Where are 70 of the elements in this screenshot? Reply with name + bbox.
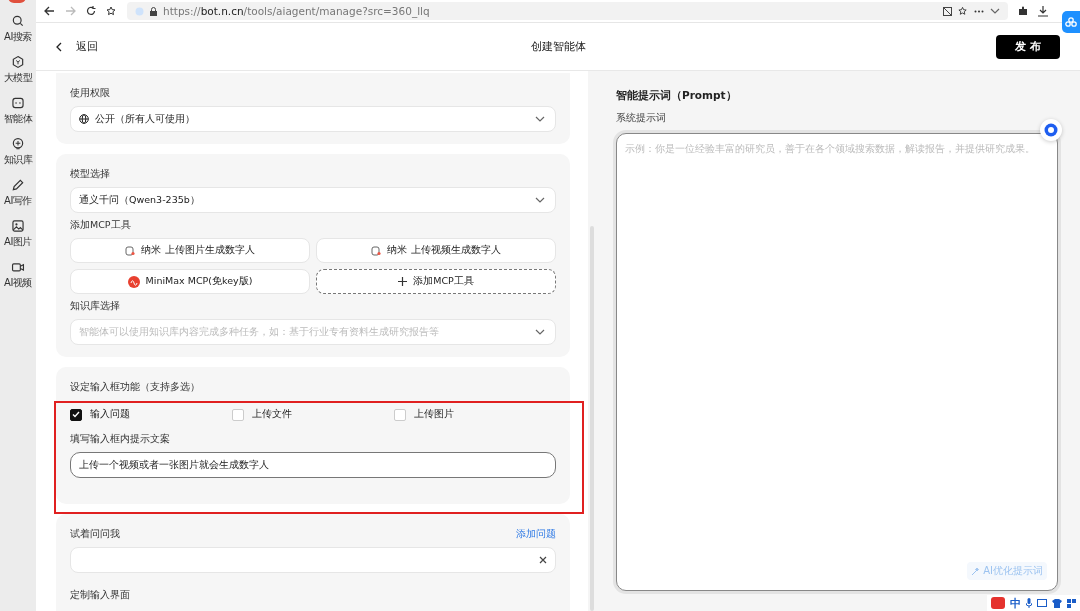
tool-button[interactable]: MiniMax MCP(免key版) [70, 269, 310, 294]
checkbox-option[interactable]: 上传文件 [232, 408, 292, 421]
check-icon [72, 411, 80, 418]
sidebar-item[interactable]: AI写作 [4, 178, 32, 208]
sidebar-item[interactable]: 大模型 [3, 55, 33, 85]
checkbox-option[interactable]: 上传图片 [394, 408, 454, 421]
page-title: 创建智能体 [530, 40, 586, 53]
field-label: 设定输入框功能（支持多选） [70, 381, 201, 394]
search-icon [11, 14, 25, 28]
download-icon[interactable] [1038, 5, 1048, 17]
address-bar[interactable]: https://bot.n.cn/tools/aiagent/manage?src=360_llq [127, 2, 1008, 20]
permission-select[interactable]: 公开（所有人可使用） [70, 106, 556, 132]
globe-icon [79, 114, 89, 124]
reload-icon[interactable] [86, 6, 96, 16]
url-text: https://bot.n.cn/tools/aiagent/manage?src=360_llq [163, 5, 430, 17]
sidebar-item[interactable]: 知识库 [3, 137, 33, 167]
dropdown-icon [990, 8, 1000, 14]
pencil-icon [11, 178, 25, 192]
field-label: 定制输入界面 [70, 589, 131, 602]
back-button[interactable]: 返回 [56, 39, 98, 54]
cloud-icon[interactable] [1062, 11, 1080, 33]
plus-icon [398, 277, 408, 286]
magic-wand-icon [971, 566, 981, 576]
close-icon[interactable] [539, 556, 547, 564]
sidebar-item[interactable]: AI视频 [4, 260, 32, 290]
chevron-left-icon [56, 41, 62, 52]
lock-icon [150, 6, 157, 16]
back-icon[interactable] [44, 6, 55, 16]
ime-toolbar[interactable]: 中 [987, 595, 1080, 611]
publish-button[interactable]: 发 布 [996, 34, 1060, 59]
chevron-down-icon [535, 329, 545, 335]
video-camera-icon [11, 260, 25, 274]
chat-bubble-icon [1044, 123, 1058, 137]
shirt-icon[interactable] [1052, 598, 1062, 608]
sidebar-item[interactable]: AI搜索 [4, 14, 32, 44]
question-input-field[interactable] [70, 547, 556, 573]
tool-button[interactable]: 纳米 上传视频生成数字人 [316, 238, 556, 263]
chevron-down-icon [535, 197, 545, 203]
field-label: 使用权限 [70, 87, 111, 100]
robot-icon [11, 96, 25, 110]
tool-button[interactable]: 纳米 上传图片生成数字人 [70, 238, 310, 263]
chevron-down-icon [535, 116, 545, 122]
sidebar-item[interactable]: AI图片 [4, 219, 32, 249]
minimax-logo-icon [127, 275, 140, 288]
model-select[interactable]: 通义千问（Qwen3-235b） [70, 187, 556, 213]
checkbox[interactable] [70, 408, 82, 421]
favorites-icon[interactable] [106, 6, 117, 16]
section-title: 智能提示词（Prompt） [616, 89, 738, 103]
cube-icon [11, 55, 25, 69]
ime-logo-icon [991, 597, 1005, 609]
image-icon [11, 219, 25, 233]
field-label: 系统提示词 [616, 111, 667, 125]
field-label: 添加MCP工具 [70, 219, 132, 232]
ime-mode[interactable]: 中 [1010, 595, 1021, 611]
grid-icon[interactable] [1067, 598, 1076, 608]
site-icon [135, 6, 144, 16]
field-label: 模型选择 [70, 168, 111, 181]
field-label: 填写输入框内提示文案 [70, 433, 171, 446]
mic-icon[interactable] [1026, 598, 1032, 608]
add-tool-button[interactable]: 添加MCP工具 [316, 269, 556, 294]
chat-button[interactable] [1040, 119, 1062, 141]
field-label: 试着问问我 [70, 528, 120, 541]
sidebar-item[interactable]: 智能体 [3, 96, 33, 126]
star-icon[interactable] [958, 6, 968, 16]
more-icon[interactable] [974, 9, 984, 13]
keyboard-icon[interactable] [1037, 599, 1047, 607]
field-label: 知识库选择 [70, 300, 121, 313]
hint-input-field[interactable]: 上传一个视频或者一张图片就会生成数字人 [70, 452, 556, 478]
checkbox-option[interactable]: 输入问题 [70, 408, 130, 421]
add-question-link[interactable]: 添加问题 [516, 528, 556, 541]
